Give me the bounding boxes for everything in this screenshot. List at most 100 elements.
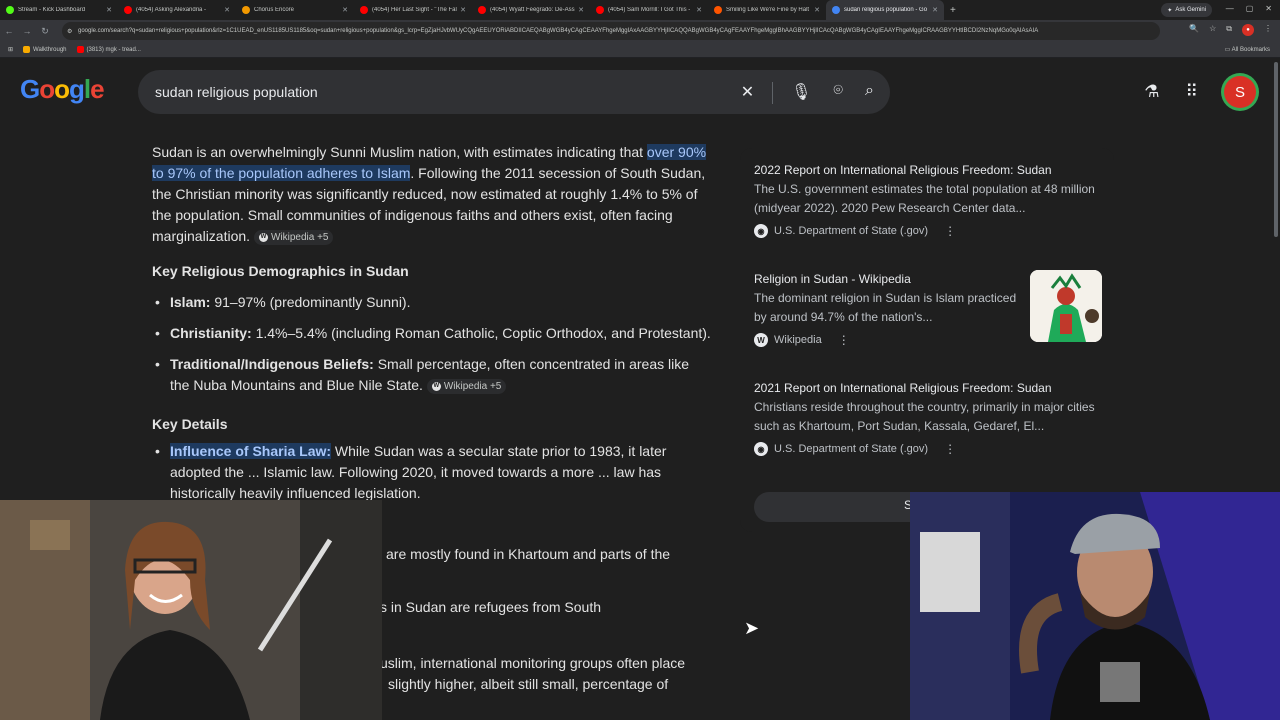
seal-icon: ◉ [754,442,768,456]
minimize-icon[interactable]: — [1226,4,1234,13]
clear-icon[interactable]: ✕ [741,82,754,104]
site-info-icon[interactable]: ⚙ [67,28,72,35]
tab-label: (4054) Wyatt Feegrado: De-Ass [490,7,575,13]
webcam-overlay-left [0,500,382,720]
tab-label: (4054) Her Last Sight - "The Fal [372,7,457,13]
source-title[interactable]: 2021 Report on International Religious F… [754,380,1104,396]
tab[interactable]: Chorus Encore ✕ [236,0,354,20]
address-bar[interactable]: ⚙ google.com/search?q=sudan+religious+po… [62,22,1160,40]
section-heading: Key Details [152,416,228,432]
apps-icon[interactable]: ⊞ [8,46,13,53]
tab[interactable]: (4054) Wyatt Feegrado: De-Ass ✕ [472,0,590,20]
webcam-person-image [0,500,382,720]
source-description: The dominant religion in Sudan is Islam … [754,291,1017,324]
youtube-icon [478,6,486,14]
chorus-icon [242,6,250,14]
google-header: Google sudan religious population ✕ 🎙 ⌾ … [0,58,1280,124]
bookmark-item[interactable]: Walkthrough [23,46,67,53]
menu-icon[interactable]: ⋮ [1264,24,1272,36]
tab-label: sudan religious population - Go [844,7,928,13]
youtube-icon [596,6,604,14]
ai-overview: Sudan is an overwhelmingly Sunni Muslim … [152,142,712,692]
wikipedia-icon: W [258,232,268,242]
all-bookmarks-button[interactable]: ▭ All Bookmarks [1225,46,1270,53]
divider [772,82,774,104]
close-icon[interactable]: ✕ [342,6,348,14]
toolbar-icons: 🔍 ☆ ⧉ ● ⋮ [1189,24,1272,36]
tab[interactable]: (4054) Sam Morrill: I Got This - ✕ [590,0,708,20]
scrollbar[interactable] [1274,62,1278,237]
source-card[interactable]: 2021 Report on International Religious F… [754,380,1104,456]
close-window-icon[interactable]: ✕ [1265,4,1272,13]
apps-grid-icon[interactable]: ⠿ [1186,82,1198,102]
chip-label: Wikipedia +5 [270,231,329,243]
close-icon[interactable]: ✕ [932,6,938,14]
zoom-icon[interactable]: 🔍 [1189,24,1199,36]
bookmark-label: Walkthrough [33,46,67,53]
url-text: google.com/search?q=sudan+religious+popu… [78,28,1039,34]
lens-icon[interactable]: ⌾ [833,82,843,104]
extensions-icon[interactable]: ⧉ [1226,24,1232,36]
search-icons: ✕ 🎙 ⌾ ⌕ [741,82,874,104]
more-options-icon[interactable]: ⋮ [944,442,956,456]
labs-icon[interactable]: ⚗ [1144,82,1159,102]
source-thumbnail[interactable] [1030,270,1102,342]
bookmark-item[interactable]: (3813) mgk - tread... [76,46,141,53]
kick-icon [6,6,14,14]
close-icon[interactable]: ✕ [578,6,584,14]
tab[interactable]: (4054) Asking Alexandria - ✕ [118,0,236,20]
close-icon[interactable]: ✕ [224,6,230,14]
close-icon[interactable]: ✕ [814,6,820,14]
close-icon[interactable]: ✕ [460,6,466,14]
youtube-icon [360,6,368,14]
back-icon[interactable]: ← [0,26,18,36]
source-chip[interactable]: W Wikipedia +5 [426,378,507,394]
microphone-icon[interactable]: 🎙 [791,82,811,104]
painted-figure-image [1030,270,1102,342]
more-options-icon[interactable]: ⋮ [944,224,956,238]
more-options-icon[interactable]: ⋮ [838,333,850,347]
google-logo[interactable]: Google [20,74,105,105]
browser-toolbar: ← → ↻ ⚙ google.com/search?q=sudan+religi… [0,20,1280,42]
ask-gemini-button[interactable]: ✦ Ask Gemini [1161,3,1212,17]
search-input[interactable]: sudan religious population [155,84,318,100]
text-line: slightly higher, albeit still small, per… [388,676,669,692]
section-heading: Key Religious Demographics in Sudan [152,263,409,279]
wikipedia-icon: W [431,381,441,391]
profile-icon[interactable]: ● [1242,24,1254,36]
search-box[interactable]: sudan religious population ✕ 🎙 ⌾ ⌕ [138,70,890,114]
close-icon[interactable]: ✕ [106,6,112,14]
close-icon[interactable]: ✕ [696,6,702,14]
site-name: U.S. Department of State (.gov) [774,225,929,237]
tab-label: (4054) Sam Morrill: I Got This - [608,7,691,13]
source-title[interactable]: 2022 Report on International Religious F… [754,162,1104,178]
tab-strip: Stream - Kick Dashboard ✕ (4054) Asking A… [0,0,1280,20]
youtube-icon [124,6,132,14]
source-card[interactable]: 2022 Report on International Religious F… [754,162,1104,238]
reload-icon[interactable]: ↻ [36,26,54,37]
forward-icon[interactable]: → [18,26,36,36]
details-list: Influence of Sharia Law: While Sudan was… [152,441,712,504]
source-card[interactable]: Religion in Sudan - Wikipedia The domina… [754,271,1024,347]
intro-paragraph: Sudan is an overwhelmingly Sunni Muslim … [152,142,712,247]
source-chip[interactable]: W Wikipedia +5 [253,229,334,245]
webcam-overlay-right [910,492,1280,720]
maximize-icon[interactable]: ▢ [1246,4,1254,13]
list-item: Traditional/Indigenous Beliefs: Small pe… [152,354,712,396]
search-icon[interactable]: ⌕ [865,82,874,104]
tab[interactable]: (4054) Her Last Sight - "The Fal ✕ [354,0,472,20]
site-name: Wikipedia [774,334,822,346]
text-line: uslim, international monitoring groups o… [380,655,686,671]
tab-label: Chorus Encore [254,7,295,13]
soundcloud-icon [714,6,722,14]
source-description: Christians reside throughout the country… [754,400,1095,433]
bookmark-star-icon[interactable]: ☆ [1209,24,1216,36]
tab[interactable]: Smiling Like We're Fine by Halt ✕ [708,0,826,20]
new-tab-button[interactable]: + [950,5,956,16]
source-title[interactable]: Religion in Sudan - Wikipedia [754,271,1024,287]
sources-panel: 2022 Report on International Religious F… [740,148,1114,532]
tab-active[interactable]: sudan religious population - Go ✕ [826,0,944,20]
wikipedia-icon: W [754,333,768,347]
tab[interactable]: Stream - Kick Dashboard ✕ [0,0,118,20]
avatar[interactable]: S [1224,76,1256,108]
